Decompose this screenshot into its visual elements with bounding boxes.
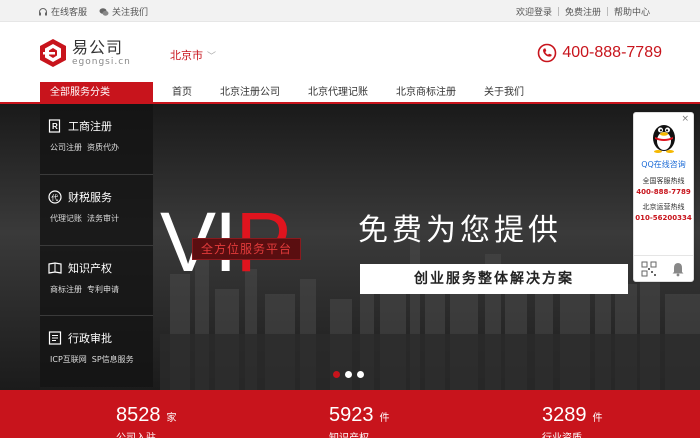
qq-penguin-icon[interactable]	[649, 119, 679, 153]
online-service-label: 在线客服	[51, 8, 88, 18]
stats-bar: 8528 家 公司入驻 5923 件 知识产权 3289 件 行业资质	[0, 390, 700, 444]
book-icon	[48, 261, 62, 274]
category-intellectual-property[interactable]: 知识产权 商标注册 专利申请	[40, 246, 153, 317]
nav-home[interactable]: 首页	[172, 82, 192, 104]
stat-companies: 8528 家 公司入驻	[116, 404, 177, 444]
qrcode-icon[interactable]	[641, 261, 657, 277]
carousel-dot[interactable]	[357, 371, 364, 378]
nav-about-us[interactable]: 关于我们	[484, 82, 524, 104]
logo-chinese-name: 易公司	[72, 37, 124, 57]
svg-text:代: 代	[51, 193, 58, 202]
stat-intellectual-property: 5923 件 知识产权	[329, 404, 390, 444]
stat-unit: 件	[379, 413, 390, 424]
close-icon[interactable]: ×	[681, 114, 689, 124]
nav-company-registration[interactable]: 北京注册公司	[220, 82, 280, 104]
subcategory-link[interactable]: 法务审计	[87, 213, 119, 224]
subcategory-link[interactable]: 公司注册	[50, 142, 82, 153]
stat-number: 3289	[542, 404, 587, 426]
tax-icon: 代	[48, 190, 62, 204]
approval-icon	[48, 331, 62, 345]
stat-label: 公司入驻	[116, 433, 156, 444]
category-title: 行政审批	[68, 332, 112, 346]
category-tax-services[interactable]: 代 财税服务 代理记账 法务审计	[40, 175, 153, 246]
carousel-dot[interactable]	[345, 371, 352, 378]
stat-number: 8528	[116, 404, 161, 426]
category-title: 财税服务	[68, 190, 112, 204]
header: 易公司 egongsi.cn 北京市 ﹀ 400-888-7789	[0, 22, 700, 82]
national-hotline-label: 全国客服热线	[642, 177, 685, 185]
bell-icon[interactable]	[670, 261, 686, 277]
platform-tag: 全方位服务平台	[192, 238, 302, 260]
main-nav: 全部服务分类 首页 北京注册公司 北京代理记账 北京商标注册 关于我们	[0, 82, 700, 104]
stat-label: 知识产权	[329, 433, 369, 444]
stat-label: 行业资质	[542, 433, 582, 444]
subcategory-link[interactable]: 资质代办	[87, 142, 119, 153]
city-label: 北京市	[170, 49, 203, 62]
category-administrative-approval[interactable]: 行政审批 ICP互联网 SP信息服务	[40, 316, 153, 387]
logo-domain: egongsi.cn	[72, 56, 131, 67]
carousel-dots	[333, 371, 364, 378]
subcategory-link[interactable]: ICP互联网	[50, 354, 87, 365]
site-logo[interactable]: 易公司 egongsi.cn	[38, 38, 131, 68]
nav-bookkeeping[interactable]: 北京代理记账	[308, 82, 368, 104]
nav-trademark[interactable]: 北京商标注册	[396, 82, 456, 104]
carousel-dot[interactable]	[333, 371, 340, 378]
category-sidebar: R 工商注册 公司注册 资质代办 代 财税服务 代理记账 法务审计 知识产权 商…	[40, 104, 153, 387]
online-service-link[interactable]: 在线客服	[38, 5, 87, 18]
stat-qualifications: 3289 件 行业资质	[542, 404, 603, 444]
beijing-hotline-number: 010-56200334	[635, 214, 692, 222]
stat-number: 5923	[329, 404, 374, 426]
help-center-link[interactable]: 帮助中心	[608, 5, 656, 18]
qq-consult-panel: × QQ在线咨询 全国客服热线 400-888-7789 北京运营热线 010-…	[633, 112, 694, 282]
wechat-icon	[99, 7, 109, 16]
hotline-number: 400-888-7789	[562, 44, 662, 61]
category-title: 知识产权	[68, 261, 112, 275]
logo-icon	[40, 39, 66, 67]
qq-consult-title[interactable]: QQ在线咨询	[634, 159, 693, 170]
headset-icon	[39, 7, 47, 15]
register-link[interactable]: 免费注册	[559, 5, 607, 18]
hotline: 400-888-7789	[537, 43, 662, 63]
subcategory-link[interactable]: 代理记账	[50, 213, 82, 224]
subcategory-link[interactable]: 商标注册	[50, 284, 82, 295]
document-icon: R	[48, 119, 61, 133]
top-bar: 在线客服 关注我们 欢迎登录 免费注册 帮助中心	[0, 0, 700, 22]
national-hotline-number: 400-888-7789	[636, 188, 691, 196]
svg-text:R: R	[52, 122, 58, 131]
chevron-down-icon: ﹀	[207, 51, 217, 62]
all-categories-button[interactable]: 全部服务分类	[40, 82, 153, 104]
subcategory-link[interactable]: 专利申请	[87, 284, 119, 295]
subcategory-link[interactable]: SP信息服务	[92, 354, 134, 365]
banner-headline: 免费为您提供	[358, 213, 562, 248]
stat-unit: 件	[592, 413, 603, 424]
follow-us-link[interactable]: 关注我们	[99, 5, 148, 18]
follow-us-label: 关注我们	[112, 8, 149, 18]
city-selector[interactable]: 北京市 ﹀	[170, 47, 216, 63]
phone-icon	[538, 43, 557, 63]
category-title: 工商注册	[68, 120, 112, 133]
beijing-hotline-label: 北京运营热线	[642, 203, 685, 211]
stat-unit: 家	[166, 413, 177, 424]
category-business-registration[interactable]: R 工商注册 公司注册 资质代办	[40, 104, 153, 175]
login-link[interactable]: 欢迎登录	[510, 5, 558, 18]
banner-subline: 创业服务整体解决方案	[360, 264, 628, 294]
